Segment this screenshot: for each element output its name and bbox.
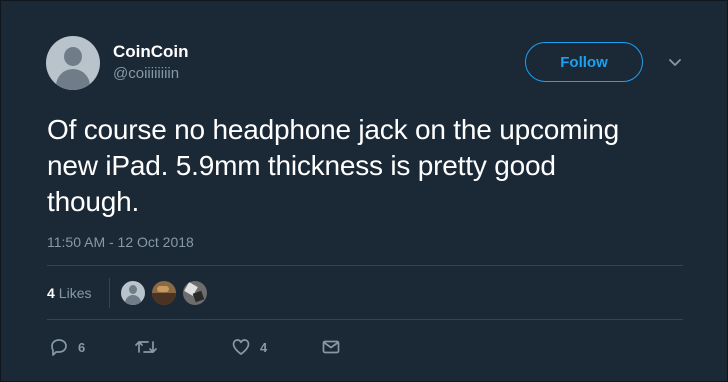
avatar-head-shape	[64, 47, 82, 66]
direct-message-button[interactable]	[321, 337, 341, 357]
tweet-timestamp[interactable]: 11:50 AM - 12 Oct 2018	[47, 234, 194, 250]
stats-separator	[109, 278, 110, 308]
liker-avatar[interactable]	[181, 279, 209, 307]
liker-avatar-photo-part	[157, 286, 169, 292]
liker-avatar-photo-part	[152, 293, 176, 305]
like-count: 4	[260, 339, 268, 355]
divider	[47, 265, 683, 266]
reply-button[interactable]: 6	[49, 337, 85, 357]
author-handle[interactable]: @coiiiiiiiin	[113, 65, 179, 82]
liker-avatar[interactable]	[119, 279, 147, 307]
tweet-card: CoinCoin @coiiiiiiiin Follow Of course n…	[0, 0, 728, 382]
liker-avatar-body	[125, 295, 141, 305]
divider	[47, 319, 683, 320]
reply-count: 6	[78, 339, 86, 355]
envelope-icon	[321, 337, 341, 357]
tweet-text: Of course no headphone jack on the upcom…	[47, 114, 620, 217]
chevron-down-icon[interactable]	[666, 56, 684, 70]
author-avatar[interactable]	[46, 36, 100, 90]
likes-label: Likes	[58, 285, 92, 301]
liker-avatar[interactable]	[150, 279, 178, 307]
follow-button[interactable]: Follow	[525, 42, 643, 82]
author-display-name[interactable]: CoinCoin	[113, 42, 189, 62]
retweet-button[interactable]	[134, 337, 167, 357]
retweet-icon	[134, 337, 158, 357]
liker-avatar-head	[129, 285, 137, 294]
heart-icon	[231, 337, 251, 357]
liker-avatar-photo-part	[192, 290, 205, 303]
likes-count: 4	[47, 285, 55, 301]
avatar-shoulders-shape	[56, 69, 90, 90]
reply-icon	[49, 337, 69, 357]
likes-stat[interactable]: 4 Likes	[47, 285, 91, 301]
like-button[interactable]: 4	[231, 337, 267, 357]
